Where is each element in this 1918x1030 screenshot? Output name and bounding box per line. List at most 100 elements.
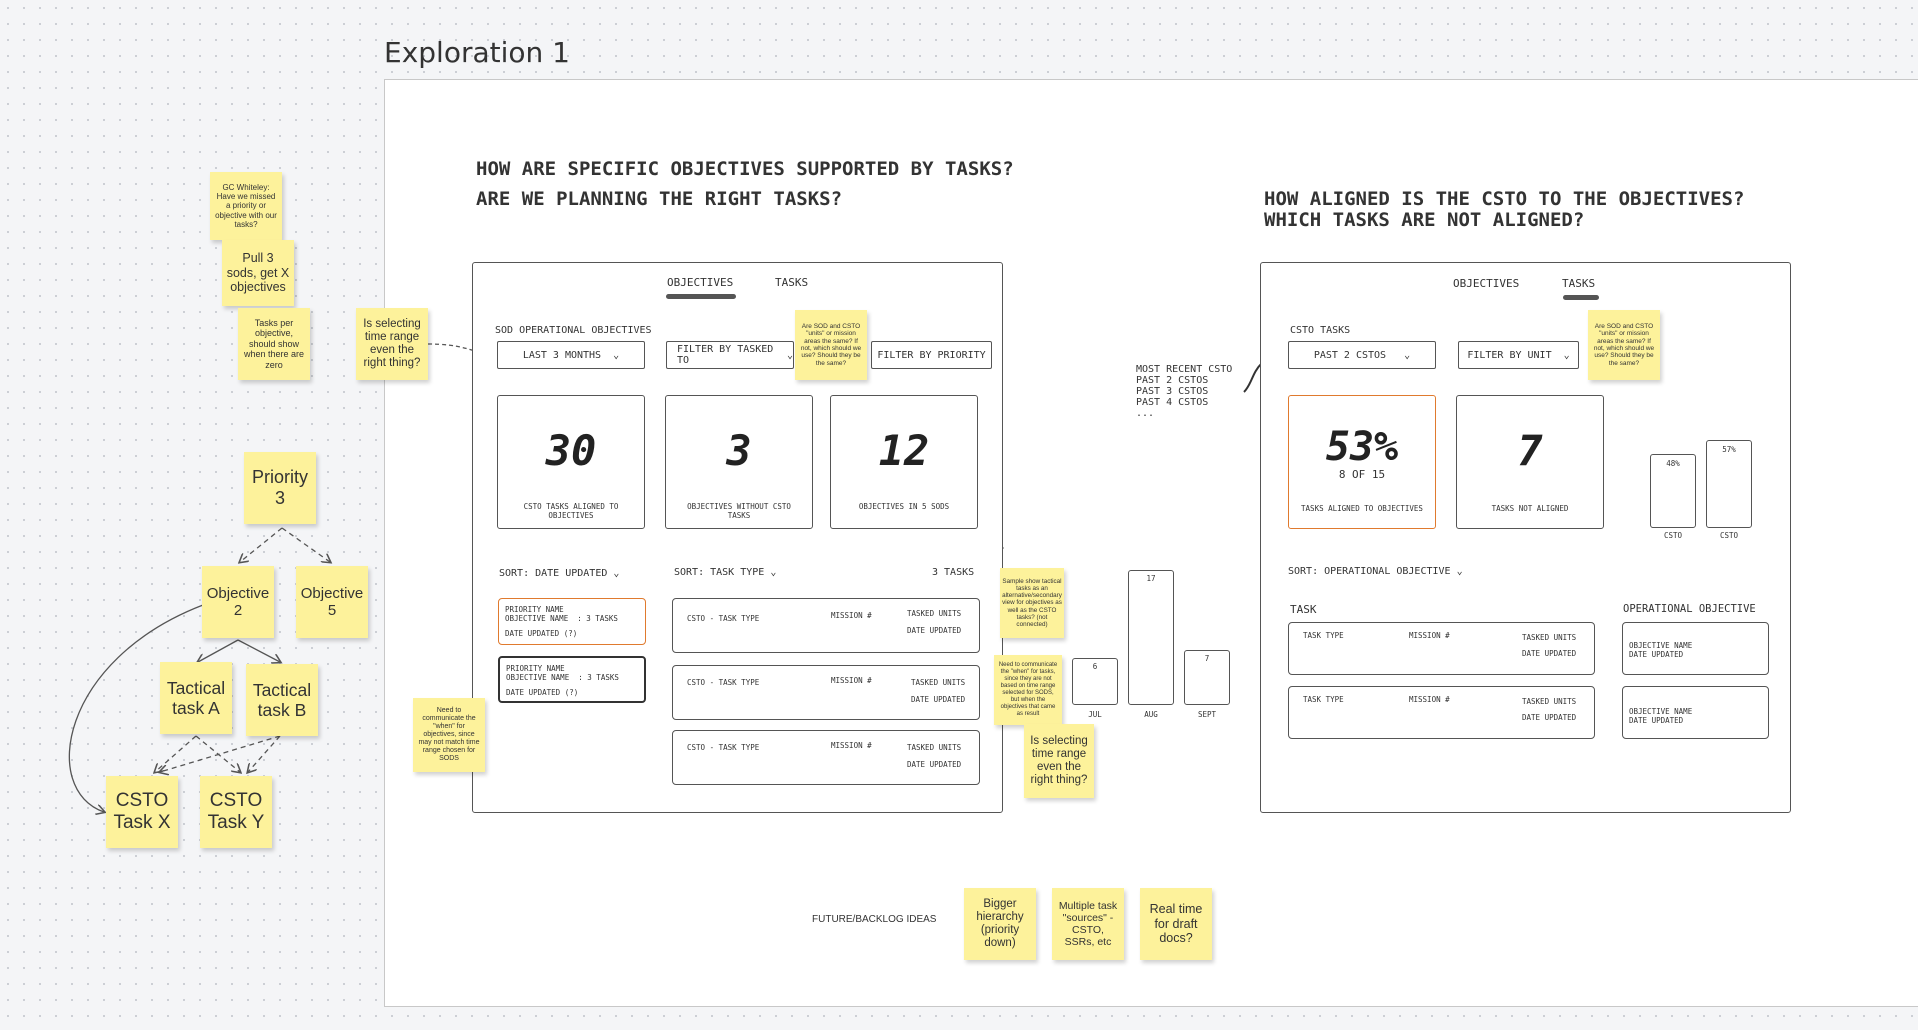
task-type: TASK TYPE bbox=[1303, 695, 1344, 704]
kpi-label: OBJECTIVES WITHOUT CSTO TASKS bbox=[687, 502, 791, 520]
range-option[interactable]: PAST 4 CSTOS bbox=[1136, 397, 1232, 408]
objective-card-selected[interactable]: PRIORITY NAME OBJECTIVE NAME : 3 TASKS D… bbox=[498, 598, 646, 645]
month-bar: 6 bbox=[1072, 658, 1118, 705]
sticky-multiple-sources[interactable]: Multiple task "sources" - CSTO, SSRs, et… bbox=[1052, 888, 1124, 960]
sticky-objective-2[interactable]: Objective 2 bbox=[202, 566, 274, 638]
csto-bar-label: CSTO bbox=[1719, 531, 1739, 540]
kpi-value: 3 bbox=[726, 426, 752, 475]
range-option[interactable]: MOST RECENT CSTO bbox=[1136, 364, 1232, 375]
objective-name-line: OBJECTIVE NAME : 3 TASKS bbox=[505, 614, 618, 623]
sticky-sample-tactical[interactable]: Sample show tactical tasks as an alterna… bbox=[1000, 568, 1064, 638]
csto-bar-value: 48% bbox=[1666, 459, 1680, 468]
task-count: 3 TASKS bbox=[932, 567, 975, 578]
sticky-time-range-mid[interactable]: Is selecting time range even the right t… bbox=[1024, 724, 1094, 798]
csto-bar: 48% bbox=[1650, 454, 1696, 528]
task-row[interactable]: CSTO - TASK TYPE MISSION # TASKED UNITS … bbox=[672, 598, 980, 653]
range-options-list: MOST RECENT CSTO PAST 2 CSTOS PAST 3 CSTOS… bbox=[1136, 364, 1232, 419]
month-bar-value: 6 bbox=[1092, 662, 1098, 671]
date-updated: DATE UPDATED bbox=[911, 695, 966, 704]
month-bar-label: AUG bbox=[1144, 710, 1158, 719]
sticky-need-when-tasks[interactable]: Need to communicate the "when" for tasks… bbox=[994, 655, 1062, 725]
kpi-label: TASKS ALIGNED TO OBJECTIVES bbox=[1301, 504, 1423, 513]
date-updated: DATE UPDATED bbox=[907, 760, 962, 769]
csto-range-dropdown[interactable]: PAST 2 CSTOS ⌄ bbox=[1288, 341, 1436, 369]
month-bar: 17 bbox=[1128, 570, 1174, 705]
sticky-gc-whiteley[interactable]: GC Whiteley: Have we missed a priority o… bbox=[210, 172, 282, 240]
kpi-card-aligned[interactable]: 30 CSTO TASKS ALIGNED TO OBJECTIVES bbox=[497, 395, 645, 529]
kpi-value: 7 bbox=[1517, 426, 1543, 475]
mission-number: MISSION # bbox=[831, 741, 872, 750]
sticky-objective-5[interactable]: Objective 5 bbox=[296, 566, 368, 638]
task-row[interactable]: CSTO - TASK TYPE MISSION # TASKED UNITS … bbox=[672, 665, 980, 720]
tasked-units: TASKED UNITS bbox=[907, 609, 962, 618]
objective-card-right[interactable]: OBJECTIVE NAME DATE UPDATED bbox=[1622, 622, 1769, 675]
sticky-need-when-objectives[interactable]: Need to communicate the "when" for objec… bbox=[413, 698, 485, 772]
sort-date-updated[interactable]: SORT: DATE UPDATED ⌄ bbox=[499, 568, 619, 579]
kpi-card-not-aligned[interactable]: 7 TASKS NOT ALIGNED bbox=[1456, 395, 1604, 529]
csto-bar-value: 57% bbox=[1722, 445, 1736, 454]
sticky-real-time[interactable]: Real time for draft docs? bbox=[1140, 888, 1212, 960]
kpi-value: 53% bbox=[1325, 424, 1399, 470]
left-tab-objectives[interactable]: OBJECTIVES bbox=[667, 276, 733, 289]
col-objective-header: OPERATIONAL OBJECTIVE bbox=[1623, 603, 1756, 615]
time-range-dropdown[interactable]: LAST 3 MONTHS ⌄ bbox=[497, 341, 645, 369]
right-tab-objectives[interactable]: OBJECTIVES bbox=[1453, 277, 1519, 290]
mission-number: MISSION # bbox=[831, 676, 872, 685]
mission-number: MISSION # bbox=[1409, 695, 1450, 704]
objective-card-right[interactable]: OBJECTIVE NAME DATE UPDATED bbox=[1622, 686, 1769, 739]
tasked-units: TASKED UNITS bbox=[1522, 633, 1577, 642]
objective-name: OBJECTIVE NAME bbox=[1629, 707, 1693, 716]
task-row[interactable]: CSTO - TASK TYPE MISSION # TASKED UNITS … bbox=[672, 730, 980, 785]
sticky-bigger-hierarchy[interactable]: Bigger hierarchy (priority down) bbox=[964, 888, 1036, 960]
kpi-card-objectives-without[interactable]: 3 OBJECTIVES WITHOUT CSTO TASKS bbox=[665, 395, 813, 529]
csto-percent-bars: 48% CSTO 57% CSTO bbox=[1650, 440, 1760, 540]
kpi-card-percent-aligned[interactable]: 53% 8 OF 15 TASKS ALIGNED TO OBJECTIVES bbox=[1288, 395, 1436, 529]
sticky-units-left[interactable]: Are SOD and CSTO "units" or mission area… bbox=[795, 310, 867, 380]
sticky-time-range-left[interactable]: Is selecting time range even the right t… bbox=[356, 308, 428, 380]
sort-task-type[interactable]: SORT: TASK TYPE ⌄ bbox=[674, 567, 776, 578]
range-option[interactable]: ... bbox=[1136, 408, 1232, 419]
filter-priority-dropdown[interactable]: FILTER BY PRIORITY bbox=[871, 341, 992, 369]
date-updated: DATE UPDATED bbox=[907, 626, 962, 635]
objective-card[interactable]: PRIORITY NAME OBJECTIVE NAME : 3 TASKS D… bbox=[498, 656, 646, 703]
kpi-card-objectives-in-sods[interactable]: 12 OBJECTIVES IN 5 SODS bbox=[830, 395, 978, 529]
right-tab-underline bbox=[1563, 295, 1599, 300]
chevron-down-icon: ⌄ bbox=[1563, 349, 1570, 361]
date-updated: DATE UPDATED bbox=[1522, 713, 1577, 722]
filter-unit-dropdown[interactable]: FILTER BY UNIT ⌄ bbox=[1458, 341, 1579, 369]
sticky-csto-task-y[interactable]: CSTO Task Y bbox=[200, 776, 272, 848]
chevron-down-icon: ⌄ bbox=[613, 568, 620, 579]
right-question-2: WHICH TASKS ARE NOT ALIGNED? bbox=[1264, 209, 1585, 231]
chevron-down-icon: ⌄ bbox=[786, 349, 793, 361]
kpi-label: CSTO TASKS ALIGNED TO OBJECTIVES bbox=[523, 502, 619, 520]
tasked-units: TASKED UNITS bbox=[907, 743, 962, 752]
date-updated: DATE UPDATED bbox=[1522, 649, 1577, 658]
task-type: CSTO - TASK TYPE bbox=[687, 678, 760, 687]
sticky-tactical-task-a[interactable]: Tactical task A bbox=[160, 662, 232, 734]
sticky-tactical-task-b[interactable]: Tactical task B bbox=[246, 664, 318, 736]
sticky-pull-sods[interactable]: Pull 3 sods, get X objectives bbox=[222, 240, 294, 306]
range-option[interactable]: PAST 2 CSTOS bbox=[1136, 375, 1232, 386]
kpi-sub: 8 OF 15 bbox=[1338, 468, 1386, 481]
range-option[interactable]: PAST 3 CSTOS bbox=[1136, 386, 1232, 397]
sticky-priority-3[interactable]: Priority 3 bbox=[244, 452, 316, 524]
task-type: CSTO - TASK TYPE bbox=[687, 743, 760, 752]
objective-name: OBJECTIVE NAME bbox=[1629, 641, 1693, 650]
sort-operational-objective[interactable]: SORT: OPERATIONAL OBJECTIVE ⌄ bbox=[1288, 566, 1463, 577]
right-task-row[interactable]: TASK TYPE MISSION # TASKED UNITS DATE UP… bbox=[1288, 622, 1595, 675]
right-task-row[interactable]: TASK TYPE MISSION # TASKED UNITS DATE UP… bbox=[1288, 686, 1595, 739]
sod-section-label: SOD OPERATIONAL OBJECTIVES bbox=[495, 325, 652, 336]
left-tab-underline bbox=[666, 294, 736, 299]
mission-number: MISSION # bbox=[1409, 631, 1450, 640]
chevron-down-icon: ⌄ bbox=[1456, 566, 1463, 577]
right-tab-tasks[interactable]: TASKS bbox=[1562, 277, 1595, 290]
sticky-csto-task-x[interactable]: CSTO Task X bbox=[106, 776, 178, 848]
future-backlog-label: FUTURE/BACKLOG IDEAS bbox=[812, 914, 937, 925]
left-tab-tasks[interactable]: TASKS bbox=[775, 276, 808, 289]
filter-tasked-to-dropdown[interactable]: FILTER BY TASKED TO ⌄ bbox=[666, 341, 794, 369]
csto-tasks-label: CSTO TASKS bbox=[1290, 325, 1351, 336]
sticky-tasks-per-objective[interactable]: Tasks per objective, should show when th… bbox=[238, 308, 310, 380]
sticky-units-right[interactable]: Are SOD and CSTO "units" or mission area… bbox=[1588, 310, 1660, 380]
priority-name: PRIORITY NAME bbox=[505, 605, 564, 614]
kpi-value: 30 bbox=[545, 426, 597, 475]
